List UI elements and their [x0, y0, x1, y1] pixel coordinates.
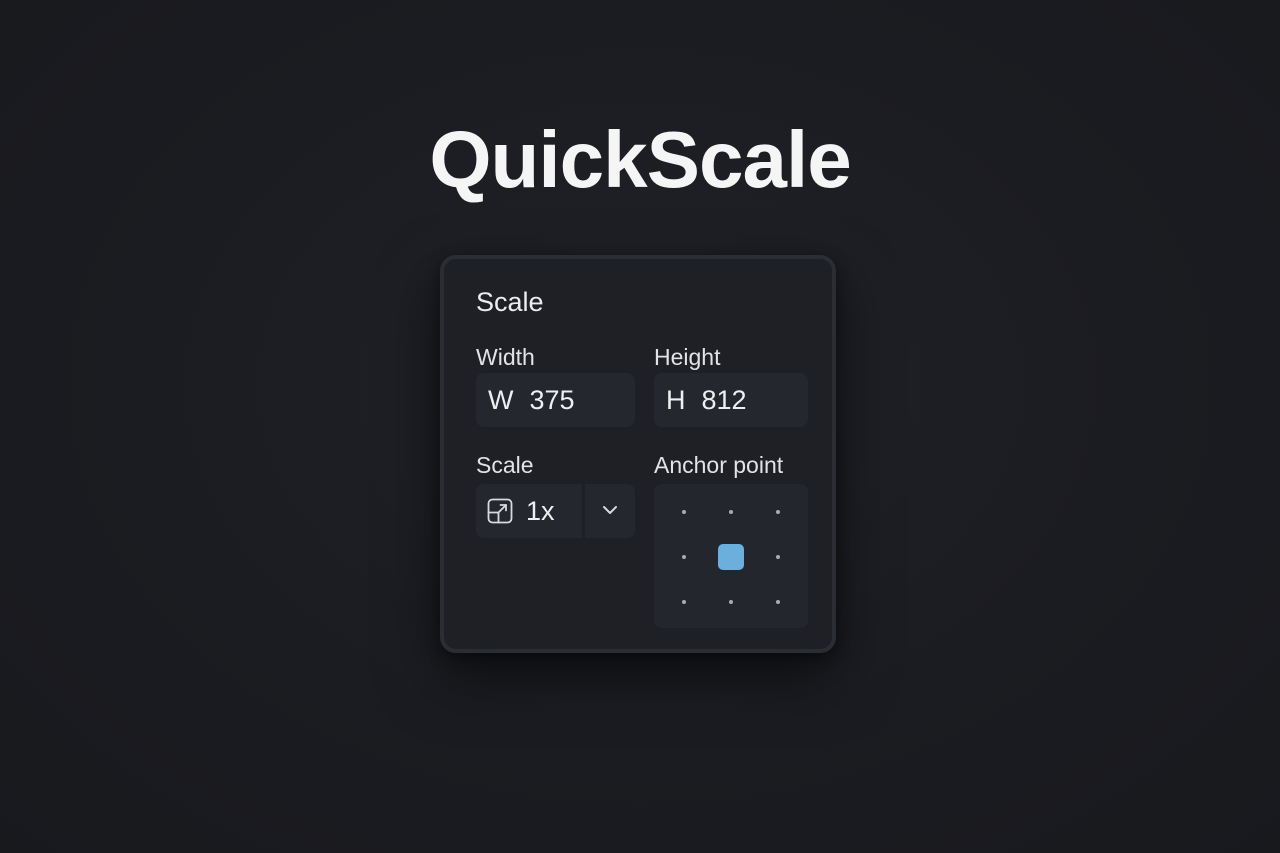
width-field[interactable]: W 375	[476, 373, 635, 427]
anchor-dot	[682, 510, 686, 514]
anchor-selected-marker	[718, 544, 744, 570]
scale-field[interactable]: 1x	[476, 484, 582, 538]
anchor-point-bottom-center[interactable]	[711, 582, 751, 622]
scale-label: Scale	[476, 452, 534, 478]
anchor-dot	[729, 510, 733, 514]
panel-title: Scale	[476, 287, 544, 317]
width-value[interactable]: 375	[529, 385, 574, 416]
anchor-point-grid	[654, 484, 808, 628]
anchor-point-bottom-right[interactable]	[758, 582, 798, 622]
chevron-down-icon	[602, 502, 618, 520]
app-canvas: QuickScale Scale Width Height W 375 H 81…	[0, 0, 1280, 853]
scale-value: 1x	[526, 495, 555, 526]
anchor-point-center[interactable]	[711, 537, 751, 577]
height-prefix: H	[666, 384, 686, 415]
width-label: Width	[476, 344, 535, 370]
anchor-dot	[682, 555, 686, 559]
anchor-point-bottom-left[interactable]	[664, 582, 704, 622]
scale-dropdown-button[interactable]	[585, 484, 635, 538]
anchor-point-top-right[interactable]	[758, 492, 798, 532]
anchor-label: Anchor point	[654, 452, 784, 478]
anchor-dot	[776, 555, 780, 559]
anchor-dot	[776, 600, 780, 604]
anchor-point-top-left[interactable]	[664, 492, 704, 532]
width-prefix: W	[488, 384, 514, 415]
resize-icon	[486, 497, 514, 525]
height-field[interactable]: H 812	[654, 373, 808, 427]
anchor-point-middle-right[interactable]	[758, 537, 798, 577]
anchor-dot	[776, 510, 780, 514]
anchor-point-top-center[interactable]	[711, 492, 751, 532]
anchor-dot	[729, 600, 733, 604]
scale-panel: Scale Width Height W 375 H 812 Scale Anc…	[440, 255, 836, 653]
anchor-point-middle-left[interactable]	[664, 537, 704, 577]
anchor-dot	[682, 600, 686, 604]
app-title: QuickScale	[429, 115, 851, 204]
height-label: Height	[654, 344, 721, 370]
height-value[interactable]: 812	[702, 385, 747, 416]
